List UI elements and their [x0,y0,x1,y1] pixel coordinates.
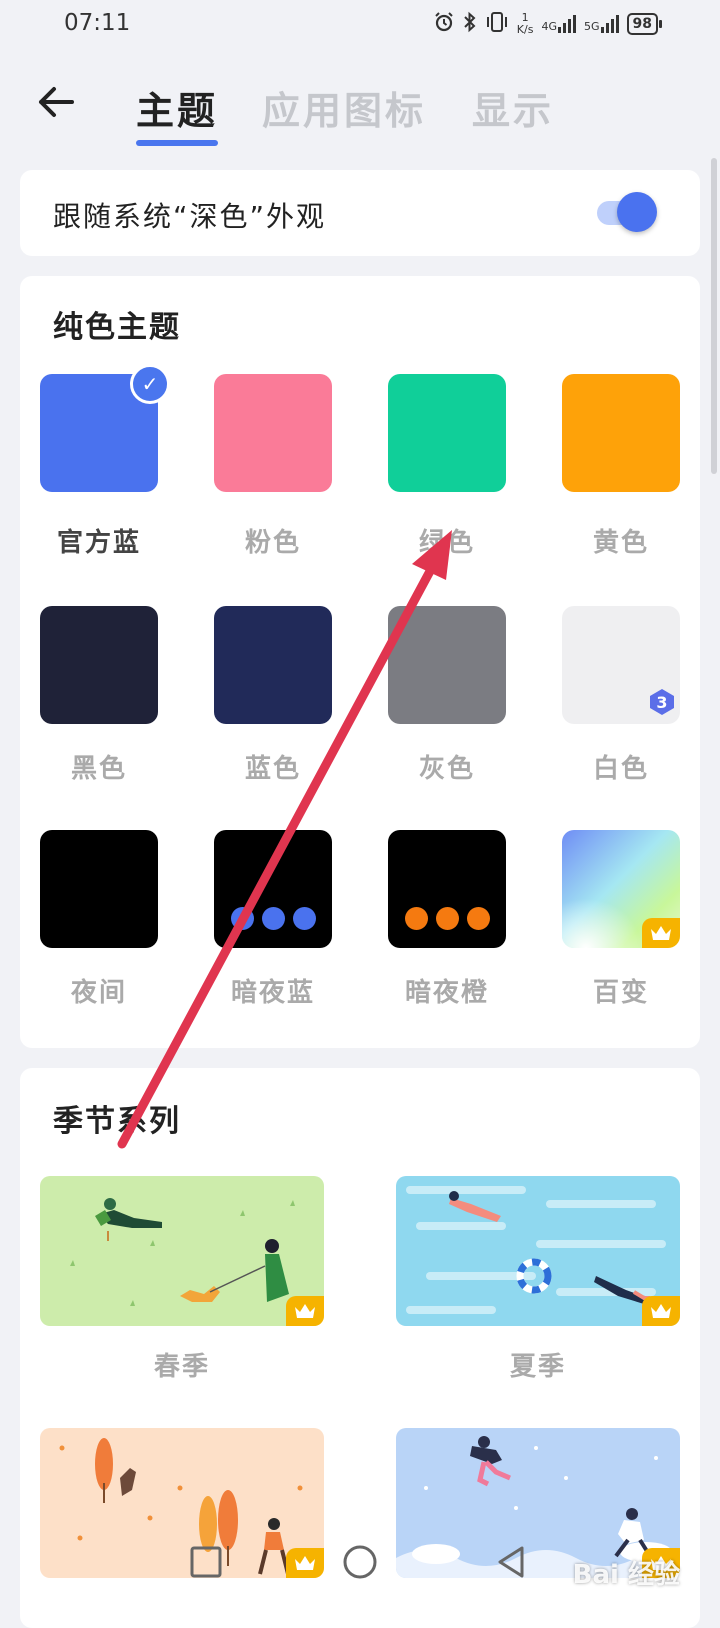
solid-themes-card: 纯色主题 ✓ 官方蓝 粉色 绿色 黄色 黑色 蓝色 灰色 3 白色 夜间 暗夜蓝… [20,276,700,1048]
theme-label-blue: 蓝色 [244,754,301,784]
back-button[interactable] [36,82,76,122]
toggle-knob [617,192,657,232]
circle-icon [343,1545,377,1579]
seasons-title: 季节系列 [53,1104,181,1139]
selected-check-icon: ✓ [130,364,170,404]
theme-label-green: 绿色 [418,528,475,558]
active-tab-indicator [136,140,218,146]
status-bar: 07:11 1 K/s 4G 5G 98 [0,0,720,50]
level-3-badge-icon: 3 [650,689,674,715]
theme-swatch-yellow[interactable] [562,374,680,492]
alarm-icon [433,11,455,38]
tab-theme[interactable]: 主题 [136,80,218,135]
gradient-highlight [562,898,642,948]
theme-swatch-white[interactable]: 3 [562,606,680,724]
theme-label-dark-blue: 暗夜蓝 [230,978,315,1008]
theme-label-pink: 粉色 [244,528,301,558]
signal-5g-icon: 5G [584,15,619,33]
follow-system-dark-toggle[interactable] [595,192,661,232]
premium-crown-badge [642,1296,680,1326]
premium-crown-badge [642,918,680,948]
tab-display[interactable]: 显示 [472,80,554,135]
dark-blue-dots [214,907,332,930]
back-nav-button[interactable] [492,1542,532,1582]
season-thumb-spring[interactable] [40,1176,324,1326]
back-arrow-icon [39,87,74,117]
theme-swatch-dark-blue[interactable] [214,830,332,948]
svg-text:3: 3 [656,693,667,712]
square-icon [190,1546,222,1578]
status-icons: 1 K/s 4G 5G 98 [433,8,663,40]
battery-icon: 98 [626,13,663,35]
crown-icon [651,926,671,940]
header: 主题 应用图标 显示 [0,60,720,150]
theme-label-yellow: 黄色 [592,528,649,558]
bluetooth-icon [463,11,477,38]
crown-icon [651,1304,671,1318]
triangle-back-icon [498,1546,524,1578]
follow-system-dark-card: 跟随系统“深色”外观 [20,170,700,256]
theme-swatch-black[interactable] [40,606,158,724]
season-label-spring: 春季 [153,1352,210,1382]
recents-button[interactable] [186,1542,226,1582]
theme-swatch-varied[interactable] [562,830,680,948]
tab-app-icons[interactable]: 应用图标 [262,80,426,135]
theme-label-gray: 灰色 [418,754,475,784]
scrollbar-thumb[interactable] [711,158,717,474]
theme-swatch-night[interactable] [40,830,158,948]
signal-4g-icon: 4G [541,15,576,33]
theme-label-black: 黑色 [70,754,127,784]
theme-swatch-dark-orange[interactable] [388,830,506,948]
theme-label-official-blue: 官方蓝 [56,528,141,558]
solid-themes-title: 纯色主题 [53,310,181,345]
theme-label-varied: 百变 [592,978,649,1008]
premium-crown-badge [286,1296,324,1326]
summer-illustration [406,1186,666,1314]
crown-icon [295,1304,315,1318]
theme-swatch-pink[interactable] [214,374,332,492]
theme-label-dark-orange: 暗夜橙 [404,978,489,1008]
theme-swatch-green[interactable] [388,374,506,492]
theme-label-white: 白色 [592,754,649,784]
baidu-watermark-url: jingyan.baidu.com [578,1586,680,1599]
vibrate-icon [485,11,509,38]
navigation-bar: Bai 经验 jingyan.baidu.com [0,1530,720,1600]
spring-illustration [70,1198,295,1306]
theme-swatch-blue[interactable] [214,606,332,724]
status-time: 07:11 [64,10,131,36]
theme-label-night: 夜间 [70,978,127,1008]
network-speed: 1 K/s [516,11,534,36]
season-label-summer: 夏季 [509,1352,566,1382]
season-thumb-summer[interactable] [396,1176,680,1326]
home-button[interactable] [340,1542,380,1582]
theme-swatch-gray[interactable] [388,606,506,724]
dark-orange-dots [388,907,506,930]
follow-system-dark-label: 跟随系统“深色”外观 [53,200,327,233]
